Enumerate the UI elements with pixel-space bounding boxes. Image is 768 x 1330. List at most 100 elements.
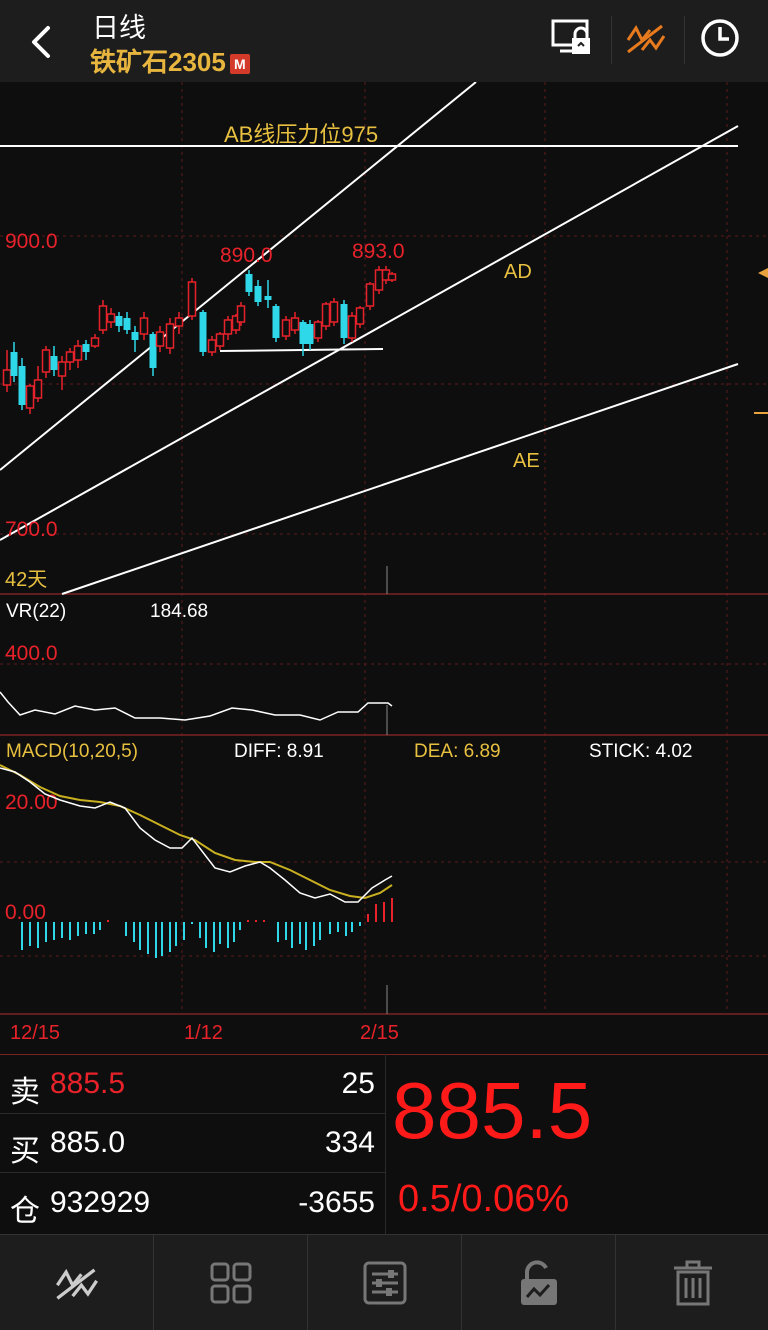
candle-body — [149, 334, 157, 368]
trend-line-ae — [61, 363, 739, 595]
candle-body — [207, 339, 217, 353]
candle-body — [139, 317, 149, 335]
trend-lines — [0, 82, 739, 595]
vr-line — [0, 691, 393, 721]
macd-dea: DEA: 6.89 — [414, 741, 501, 762]
candle-body — [355, 307, 365, 325]
days-label: 42天 — [5, 569, 47, 591]
candle-body — [50, 356, 58, 370]
candle-body — [340, 304, 348, 338]
macd-diff: DIFF: 8.91 — [234, 741, 324, 762]
trend-line-ad — [0, 125, 739, 541]
candle-body — [123, 318, 131, 330]
candle-body — [365, 283, 375, 307]
date-label-2: 1/12 — [184, 1022, 223, 1044]
oi-value: 932929 — [50, 1186, 151, 1219]
period-title: 日线 — [92, 13, 146, 43]
candle-body — [290, 317, 300, 331]
candle-body — [387, 273, 397, 281]
price-change: 0.5/0.06% — [398, 1178, 570, 1220]
candle-body — [374, 269, 384, 291]
open-interest-row[interactable]: 仓 932929 -3655 — [0, 1174, 385, 1232]
candle-body — [65, 351, 75, 363]
candle-body — [347, 315, 357, 339]
candle-body — [215, 333, 225, 347]
pressure-label: AB线压力位975 — [224, 122, 378, 147]
candle-body — [131, 332, 139, 340]
chart-grid — [0, 82, 768, 1014]
candle-body — [165, 323, 175, 349]
buy-price: 885.0 — [50, 1126, 126, 1159]
candle-body — [264, 296, 272, 300]
trash-icon — [673, 1260, 712, 1305]
sell-price: 885.5 — [50, 1067, 126, 1100]
candle-body — [155, 331, 165, 347]
vr-label: VR(22) — [6, 601, 66, 622]
candle-body — [41, 349, 51, 373]
back-icon[interactable] — [22, 22, 62, 62]
buy-qty: 334 — [324, 1126, 375, 1159]
draw-line-button[interactable] — [0, 1235, 154, 1330]
macd-axis-top: 20.00 — [5, 791, 58, 814]
unlock-icon — [520, 1259, 557, 1305]
draw-line-icon[interactable] — [624, 16, 668, 60]
quote-divider — [385, 1054, 386, 1234]
high-label-2: 893.0 — [352, 240, 405, 263]
settings-button[interactable] — [308, 1235, 462, 1330]
candle-body — [73, 345, 83, 361]
line-label-ad: AD — [504, 261, 532, 283]
price-axis-bottom: 700.0 — [5, 518, 58, 541]
support-line — [219, 348, 384, 352]
oi-change: -3655 — [298, 1186, 375, 1219]
sell-row[interactable]: 卖 885.5 25 — [0, 1055, 385, 1114]
buy-label: 买 — [10, 1135, 40, 1168]
unlock-button[interactable] — [462, 1235, 616, 1330]
draw-line-icon — [55, 1268, 98, 1300]
date-label-1: 12/15 — [10, 1022, 60, 1044]
candle-body — [321, 303, 331, 327]
macd-dea-line — [0, 764, 393, 900]
macd-diff-line — [0, 767, 393, 903]
buy-row[interactable]: 买 885.0 334 — [0, 1114, 385, 1173]
candle-body — [245, 274, 253, 292]
candle-body — [299, 322, 307, 344]
symbol-name: 铁矿石2305 — [90, 47, 226, 77]
candle-body — [90, 337, 100, 347]
candle-body — [106, 313, 116, 323]
candle-body — [98, 305, 108, 331]
line-label-ae: AE — [513, 450, 540, 472]
vr-axis: 400.0 — [5, 642, 58, 665]
price-marker-icon — [758, 268, 768, 278]
main-contract-badge: M — [229, 54, 250, 75]
candle-body — [82, 344, 90, 352]
kline-chart[interactable]: AB线压力位975 900.0 700.0 890.0 893.0 AD AE … — [0, 82, 768, 1052]
grid-icon — [210, 1262, 251, 1303]
candle-body — [236, 305, 246, 323]
price-axis-top: 900.0 — [5, 230, 58, 253]
oi-label: 仓 — [10, 1195, 40, 1228]
layout-button[interactable] — [154, 1235, 308, 1330]
candle-body — [329, 301, 339, 323]
macd-label: MACD(10,20,5) — [6, 741, 138, 762]
candle-body — [272, 306, 280, 338]
macd-histogram — [21, 898, 393, 958]
header: 日线 铁矿石2305 M — [0, 0, 768, 82]
clock-icon[interactable] — [698, 16, 742, 60]
header-divider — [684, 16, 685, 64]
settings-sliders-icon — [363, 1261, 406, 1304]
candle-body — [313, 321, 323, 339]
candle-body — [223, 319, 233, 335]
symbol-title: 铁矿石2305 M — [90, 42, 250, 79]
screen-unlock-icon[interactable] — [550, 16, 594, 60]
delete-button[interactable] — [616, 1235, 768, 1330]
candlesticks — [2, 266, 397, 414]
candle-body — [33, 379, 43, 399]
candle-body — [306, 324, 314, 344]
candle-body — [174, 317, 184, 327]
candle-body — [10, 352, 18, 376]
high-label-1: 890.0 — [220, 244, 273, 267]
candle-body — [2, 369, 12, 386]
bottom-toolbar — [0, 1234, 768, 1330]
vr-value: 184.68 — [150, 601, 208, 622]
candle-body — [281, 319, 291, 337]
